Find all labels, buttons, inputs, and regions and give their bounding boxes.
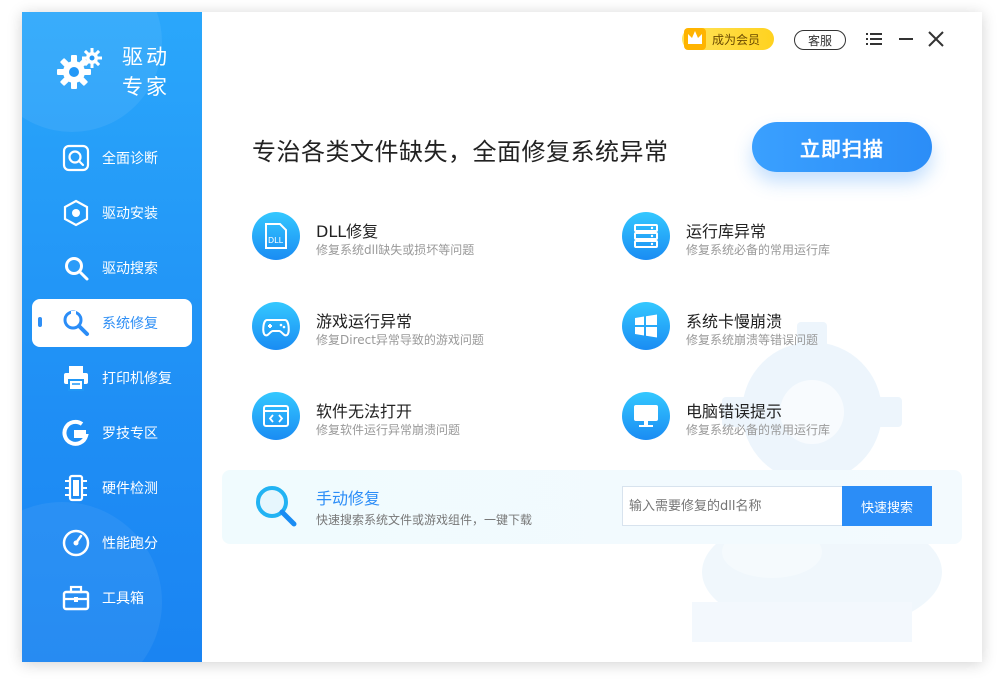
feature-title: 电脑错误提示 (686, 402, 783, 421)
gamepad-icon (252, 302, 300, 350)
vip-label: 成为会员 (712, 32, 761, 47)
title-bar: 成为会员 客服 (682, 12, 982, 66)
app-window: 驱动 专家 全面诊断 驱动安装 驱动搜索 系统修复 打印机修复 罗技专区 硬件检… (22, 12, 982, 662)
quick-search-button[interactable]: 快速搜索 (842, 486, 932, 526)
minimize-icon[interactable] (896, 29, 916, 49)
sidebar-item-system-repair[interactable]: 系统修复 (22, 295, 202, 350)
server-icon (622, 212, 670, 260)
wrench-icon (62, 309, 90, 337)
dll-icon: DLL (252, 212, 300, 260)
service-label: 客服 (807, 33, 832, 48)
feature-software-wont-open[interactable]: 软件无法打开 修复软件运行异常崩溃问题 (252, 392, 552, 442)
code-window-icon (252, 392, 300, 440)
diagnose-icon (62, 144, 90, 172)
feature-runtime-error[interactable]: 运行库异常 修复系统必备的常用运行库 (622, 212, 922, 262)
driver-install-icon (62, 199, 90, 227)
toolbox-icon (62, 584, 90, 612)
printer-icon (62, 364, 90, 392)
feature-desc: 修复系统必备的常用运行库 (686, 243, 831, 257)
dll-search-input[interactable] (622, 486, 844, 526)
sidebar-item-benchmark[interactable]: 性能跑分 (22, 515, 202, 570)
gauge-icon (62, 529, 90, 557)
feature-desc: 修复系统崩溃等错误问题 (686, 333, 819, 347)
app-logo: 驱动 专家 (56, 42, 176, 102)
feature-desc: 修复Direct异常导致的游戏问题 (316, 333, 484, 347)
svg-text:DLL: DLL (268, 236, 284, 245)
main-panel: 成为会员 客服 专治各类文件缺失，全面修复系统异常 立即扫描 DLL DLL修复… (202, 12, 982, 662)
scan-now-button[interactable]: 立即扫描 (752, 122, 932, 172)
customer-service-button[interactable]: 客服 (794, 30, 846, 50)
sidebar-item-hardware[interactable]: 硬件检测 (22, 460, 202, 515)
logitech-icon (62, 419, 90, 447)
feature-dll-repair[interactable]: DLL DLL修复 修复系统dll缺失或损坏等问题 (252, 212, 552, 262)
feature-title: 运行库异常 (686, 222, 767, 241)
app-title-line2: 专家 (122, 75, 170, 99)
feature-title: DLL修复 (316, 222, 379, 241)
manual-repair-panel: 手动修复 快速搜索系统文件或游戏组件，一键下载 快速搜索 (222, 470, 962, 544)
crown-icon (684, 28, 706, 50)
feature-error-prompt[interactable]: 电脑错误提示 修复系统必备的常用运行库 (622, 392, 922, 442)
feature-system-crash[interactable]: 系统卡慢崩溃 修复系统崩溃等错误问题 (622, 302, 922, 352)
sidebar: 驱动 专家 全面诊断 驱动安装 驱动搜索 系统修复 打印机修复 罗技专区 硬件检… (22, 12, 202, 662)
feature-game-error[interactable]: 游戏运行异常 修复Direct异常导致的游戏问题 (252, 302, 552, 352)
feature-desc: 修复系统必备的常用运行库 (686, 423, 831, 437)
sidebar-item-toolbox[interactable]: 工具箱 (22, 570, 202, 625)
feature-desc: 修复软件运行异常崩溃问题 (316, 423, 461, 437)
sidebar-item-driver-search[interactable]: 驱动搜索 (22, 240, 202, 295)
feature-title: 系统卡慢崩溃 (686, 312, 783, 331)
sidebar-nav: 全面诊断 驱动安装 驱动搜索 系统修复 打印机修复 罗技专区 硬件检测 性能跑分… (22, 130, 202, 625)
sidebar-item-printer-repair[interactable]: 打印机修复 (22, 350, 202, 405)
sidebar-item-diagnose[interactable]: 全面诊断 (22, 130, 202, 185)
windows-icon (622, 302, 670, 350)
app-title: 驱动 专家 (122, 42, 182, 102)
feature-title: 软件无法打开 (316, 402, 413, 421)
gear-small-icon (82, 48, 102, 68)
page-headline: 专治各类文件缺失，全面修复系统异常 (252, 138, 669, 166)
feature-title: 游戏运行异常 (316, 312, 413, 331)
list-menu-icon[interactable] (864, 29, 884, 49)
manual-repair-title: 手动修复 (316, 489, 381, 508)
vip-button[interactable]: 成为会员 (682, 28, 774, 50)
app-title-line1: 驱动 (122, 45, 170, 69)
close-icon[interactable] (926, 29, 946, 49)
sidebar-item-driver-install[interactable]: 驱动安装 (22, 185, 202, 240)
search-icon (256, 486, 297, 527)
search-icon (62, 254, 90, 282)
monitor-icon (622, 392, 670, 440)
sidebar-item-logitech[interactable]: 罗技专区 (22, 405, 202, 460)
hardware-icon (62, 474, 90, 502)
manual-repair-desc: 快速搜索系统文件或游戏组件，一键下载 (316, 513, 533, 527)
feature-desc: 修复系统dll缺失或损坏等问题 (316, 243, 475, 257)
